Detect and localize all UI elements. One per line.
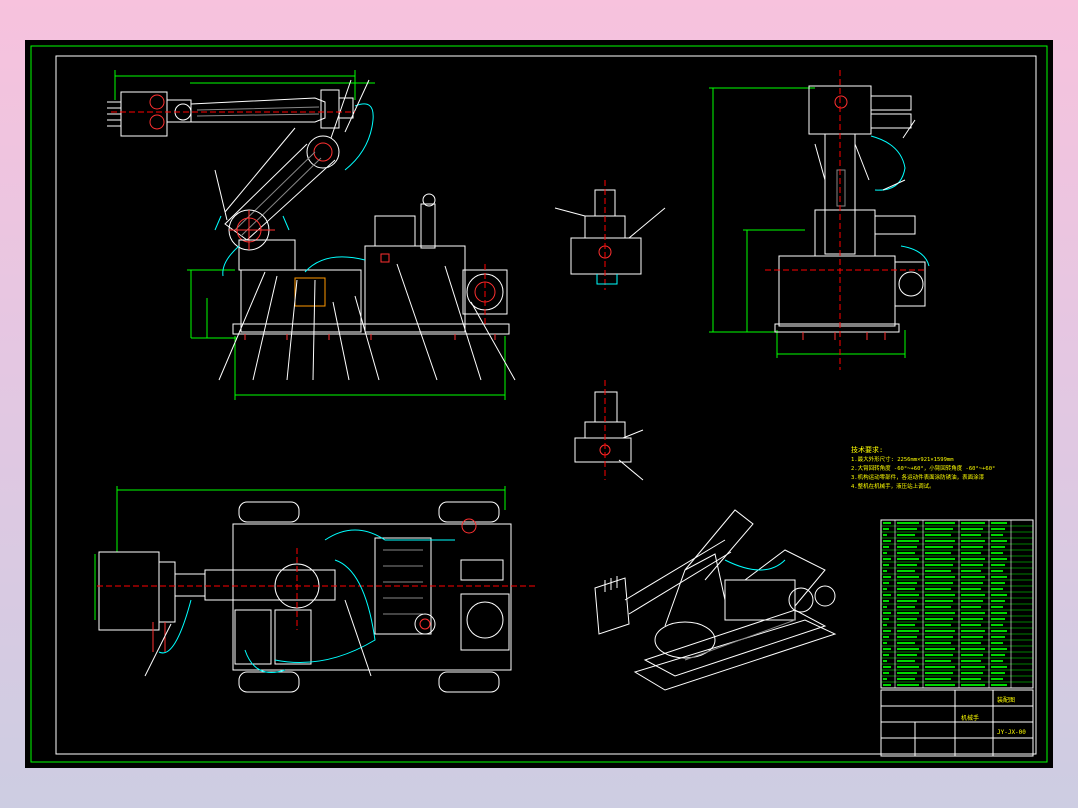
- drawing-number: JY-JX-00: [997, 729, 1026, 736]
- notes-line-4: 4.整机在机械手，液压站上调试。: [851, 482, 935, 490]
- cad-drawing-sheet: 技术要求: 1.最大外形尺寸: 2256mm×921×1599mm 2.大臂回转…: [25, 40, 1053, 768]
- front-elevation-view: [107, 70, 516, 400]
- title-block: 机械手 JY-JX-00 装配图: [880, 689, 1034, 757]
- parts-list-table: [880, 519, 1034, 689]
- notes-line-1: 1.最大外形尺寸: 2256mm×921×1599mm: [851, 455, 954, 463]
- notes-line-3: 3.机构运动零部件，各运动件表面涂防锈油，表面涂漆: [851, 473, 985, 481]
- detail-view-a: [554, 180, 666, 290]
- notes-heading: 技术要求:: [851, 445, 883, 454]
- notes-line-2: 2.大臂回转角度 -60°~+60°，小臂回转角度 -60°~+60°: [851, 464, 995, 472]
- title-block-title: 机械手: [961, 714, 979, 722]
- assembly-drawing: 技术要求: 1.最大外形尺寸: 2256mm×921×1599mm 2.大臂回转…: [30, 45, 1048, 763]
- technical-notes: 技术要求: 1.最大外形尺寸: 2256mm×921×1599mm 2.大臂回转…: [851, 445, 995, 490]
- side-elevation-view: [709, 70, 930, 370]
- title-block-company: 装配图: [997, 696, 1015, 704]
- plan-view: [94, 486, 535, 693]
- outer-border: [30, 45, 1048, 763]
- isometric-view: [594, 509, 837, 691]
- detail-view-b: [574, 380, 644, 481]
